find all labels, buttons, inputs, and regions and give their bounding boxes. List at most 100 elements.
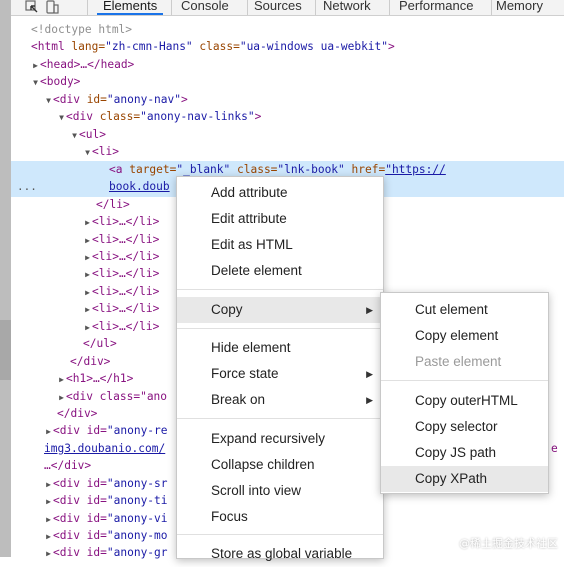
tab-network-label: Network (323, 0, 371, 13)
menu-item-label: Copy JS path (415, 445, 497, 460)
tag-text: <li> (92, 145, 119, 158)
inspect-element-icon[interactable] (25, 0, 39, 14)
tag-text: <li>…</li> (92, 320, 160, 333)
tab-memory-label: Memory (496, 0, 543, 13)
tag-text: <div (53, 93, 80, 106)
dom-node-li[interactable]: ▼ <li> (83, 143, 564, 160)
tag-text: <li>…</li> (92, 233, 160, 246)
menu-item-copy[interactable]: Copy ▶ (177, 297, 383, 323)
expand-arrow-icon[interactable]: ▶ (83, 249, 92, 266)
collapse-arrow-icon[interactable]: ▼ (44, 92, 53, 109)
expand-arrow-icon[interactable]: ▶ (57, 371, 66, 388)
expand-arrow-icon[interactable]: ▶ (44, 511, 53, 528)
submenu-item-copy-selector[interactable]: Copy selector (381, 414, 548, 440)
collapse-arrow-icon[interactable]: ▼ (31, 74, 40, 91)
menu-item-store-global[interactable]: Store as global variable (177, 541, 383, 567)
menu-separator (381, 380, 548, 381)
submenu-item-copy-element[interactable]: Copy element (381, 323, 548, 349)
expand-arrow-icon[interactable]: ▶ (44, 528, 53, 545)
dom-node-ul[interactable]: ▼ <ul> (70, 126, 564, 143)
submenu-arrow-icon: ▶ (366, 369, 373, 379)
active-tab-indicator (97, 13, 164, 15)
dom-node-html[interactable]: <html lang="zh-cmn-Hans" class="ua-windo… (31, 38, 564, 55)
menu-item-scroll-into-view[interactable]: Scroll into view (177, 478, 383, 504)
tab-memory[interactable]: Memory (490, 0, 549, 15)
attr-name: class= (192, 40, 240, 53)
tab-sources[interactable]: Sources (248, 0, 308, 15)
expand-arrow-icon[interactable]: ▶ (31, 57, 40, 74)
expand-arrow-icon[interactable]: ▶ (44, 476, 53, 493)
submenu-item-copy-xpath[interactable]: Copy XPath (381, 466, 548, 492)
tag-text: <ul> (79, 128, 106, 141)
collapse-arrow-icon[interactable]: ▼ (83, 144, 92, 161)
tab-sources-label: Sources (254, 0, 302, 13)
menu-item-collapse-children[interactable]: Collapse children (177, 452, 383, 478)
tag-text: <div (66, 110, 93, 123)
menu-item-add-attribute[interactable]: Add attribute (177, 180, 383, 206)
scrollbar-thumb[interactable] (0, 320, 11, 380)
collapse-arrow-icon[interactable]: ▼ (70, 127, 79, 144)
tag-text: <li>…</li> (92, 215, 160, 228)
menu-item-hide-element[interactable]: Hide element (177, 335, 383, 361)
menu-separator (177, 534, 383, 535)
tag-text: <div id= (53, 477, 107, 490)
expand-arrow-icon[interactable]: ▶ (83, 214, 92, 231)
expand-arrow-icon[interactable]: ▶ (83, 266, 92, 283)
expand-arrow-icon[interactable]: ▶ (83, 232, 92, 249)
menu-item-edit-attribute[interactable]: Edit attribute (177, 206, 383, 232)
dom-node-body[interactable]: ▼ <body> (31, 73, 564, 90)
expand-arrow-icon[interactable]: ▶ (44, 423, 53, 440)
menu-item-force-state[interactable]: Force state ▶ (177, 361, 383, 387)
submenu-item-copy-js-path[interactable]: Copy JS path (381, 440, 548, 466)
expand-arrow-icon[interactable]: ▶ (83, 284, 92, 301)
expand-arrow-icon[interactable]: ▶ (44, 493, 53, 510)
dom-node-anony-nav-links[interactable]: ▼ <div class="anony-nav-links"> (57, 108, 564, 125)
tab-network[interactable]: Network (317, 0, 377, 15)
menu-item-edit-as-html[interactable]: Edit as HTML (177, 232, 383, 258)
toolbar-separator (389, 0, 390, 15)
device-toolbar-icon[interactable] (45, 0, 59, 14)
menu-item-label: Copy selector (415, 419, 498, 434)
tag-text: <li>…</li> (92, 250, 160, 263)
dom-node-doctype[interactable]: <!doctype html> (31, 21, 564, 38)
collapse-arrow-icon[interactable]: ▼ (57, 109, 66, 126)
expand-arrow-icon[interactable]: ▶ (44, 545, 53, 562)
tag-text: <li>…</li> (92, 302, 160, 315)
devtools-left-scrollbar[interactable] (0, 0, 11, 557)
menu-item-label: Copy XPath (415, 471, 488, 486)
context-menu: Add attribute Edit attribute Edit as HTM… (176, 176, 384, 561)
menu-item-label: Edit as HTML (211, 237, 293, 252)
menu-item-delete-element[interactable]: Delete element (177, 258, 383, 284)
menu-item-expand-recursively[interactable]: Expand recursively (177, 426, 383, 452)
menu-separator (177, 289, 383, 290)
tab-performance[interactable]: Performance (393, 0, 479, 15)
expand-arrow-icon[interactable]: ▶ (83, 319, 92, 336)
menu-item-break-on[interactable]: Break on ▶ (177, 387, 383, 413)
tag-text: <li>…</li> (92, 285, 160, 298)
tag-text: <div id= (53, 494, 107, 507)
more-options-icon[interactable]: ... (17, 178, 37, 195)
tag-text: <h1>…</h1> (66, 372, 134, 385)
tab-elements[interactable]: Elements (97, 0, 164, 15)
menu-item-label: Force state (211, 366, 279, 381)
tab-console[interactable]: Console (175, 0, 235, 15)
menu-item-label: Copy element (415, 328, 499, 343)
attr-value: "anony-re (106, 424, 168, 437)
tab-console-label: Console (181, 0, 229, 13)
submenu-item-copy-outerhtml[interactable]: Copy outerHTML (381, 388, 548, 414)
attr-name: class= (230, 163, 278, 176)
attr-value: "anony-ti (106, 494, 168, 507)
href-link[interactable]: book.doub (109, 180, 170, 193)
img3-link[interactable]: img3.doubanio.com/ (44, 442, 165, 455)
tag-text: <div id= (53, 546, 107, 559)
menu-item-label: Store as global variable (211, 546, 353, 561)
attr-value: "lnk-book" (277, 163, 345, 176)
menu-item-focus[interactable]: Focus (177, 504, 383, 530)
attr-value: "anony-nav-links" (140, 110, 255, 123)
dom-node-anony-nav[interactable]: ▼ <div id="anony-nav"> (44, 91, 564, 108)
expand-arrow-icon[interactable]: ▶ (83, 301, 92, 318)
submenu-item-cut-element[interactable]: Cut element (381, 297, 548, 323)
href-link[interactable]: "https:// (385, 163, 446, 176)
expand-arrow-icon[interactable]: ▶ (57, 389, 66, 406)
dom-node-head[interactable]: ▶ <head>…</head> (31, 56, 564, 73)
